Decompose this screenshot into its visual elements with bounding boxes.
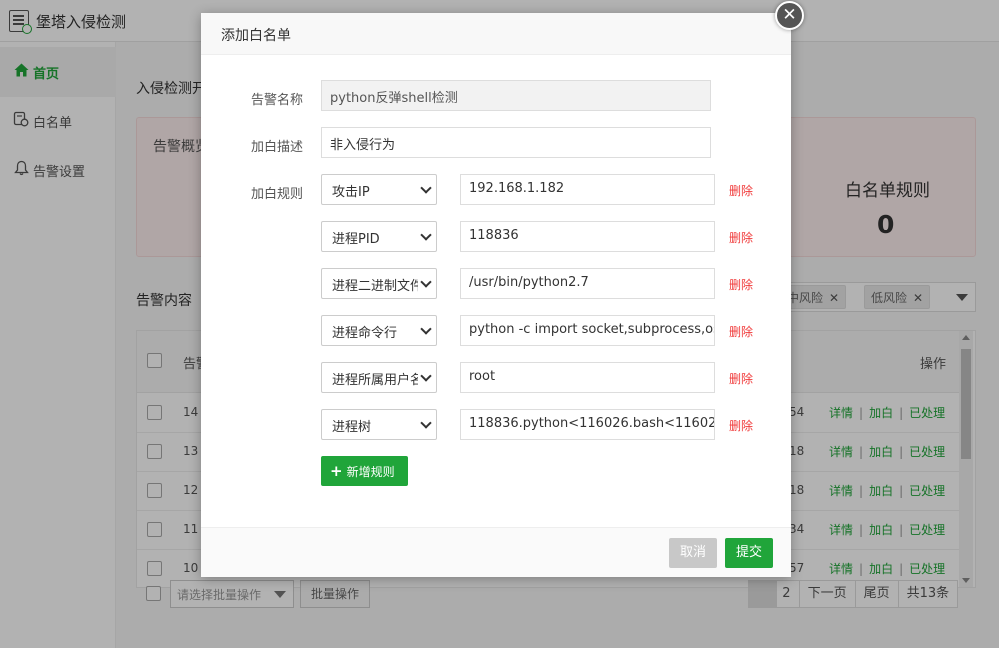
dialog-title: 添加白名单 xyxy=(201,13,791,55)
rule-type-value: 进程二进制文件 xyxy=(332,279,418,294)
chevron-down-icon xyxy=(420,276,432,288)
rule-value-input[interactable]: /usr/bin/python2.7 xyxy=(460,268,715,299)
plus-icon: + xyxy=(330,462,343,480)
rule-type-value: 进程所属用户名 xyxy=(332,373,418,388)
rule-type-select[interactable]: 进程PID xyxy=(321,221,437,252)
rule-value-input[interactable]: root xyxy=(460,362,715,393)
delete-rule-link[interactable]: 删除 xyxy=(729,417,753,434)
rule-type-select[interactable]: 进程命令行 xyxy=(321,315,437,346)
submit-button[interactable]: 提交 xyxy=(725,538,773,568)
cancel-button[interactable]: 取消 xyxy=(669,538,717,568)
dialog-footer: 取消 提交 xyxy=(201,527,791,577)
whitelist-rules-label: 加白规则 xyxy=(251,187,304,202)
delete-rule-link[interactable]: 删除 xyxy=(729,229,753,246)
rule-type-select[interactable]: 进程所属用户名 xyxy=(321,362,437,393)
chevron-down-icon xyxy=(420,182,432,194)
chevron-down-icon xyxy=(420,229,432,241)
delete-rule-link[interactable]: 删除 xyxy=(729,276,753,293)
rule-value-input[interactable]: 118836 xyxy=(460,221,715,252)
close-icon: ✕ xyxy=(782,5,797,25)
rule-type-select[interactable]: 攻击IP xyxy=(321,174,437,205)
whitelist-desc-field[interactable]: 非入侵行为 xyxy=(321,127,711,158)
chevron-down-icon xyxy=(420,323,432,335)
rule-type-select[interactable]: 进程二进制文件 xyxy=(321,268,437,299)
chevron-down-icon xyxy=(420,417,432,429)
rule-type-select[interactable]: 进程树 xyxy=(321,409,437,440)
rule-value-input[interactable]: python -c import socket,subprocess,os;s=… xyxy=(460,315,715,346)
current-page-shadow xyxy=(748,580,777,608)
rule-value-input[interactable]: 192.168.1.182 xyxy=(460,174,715,205)
add-rule-label: 新增规则 xyxy=(346,465,395,479)
delete-rule-link[interactable]: 删除 xyxy=(729,323,753,340)
alert-name-label: 告警名称 xyxy=(251,93,304,108)
rule-type-value: 进程PID xyxy=(332,232,380,247)
whitelist-desc-label: 加白描述 xyxy=(251,140,304,155)
rule-type-value: 进程命令行 xyxy=(332,326,398,341)
alert-name-field: python反弹shell检测 xyxy=(321,80,711,111)
rule-type-value: 进程树 xyxy=(332,420,372,435)
delete-rule-link[interactable]: 删除 xyxy=(729,182,753,199)
add-rule-button[interactable]: + 新增规则 xyxy=(321,456,408,486)
close-dialog-button[interactable]: ✕ xyxy=(775,1,804,30)
chevron-down-icon xyxy=(420,370,432,382)
rule-value-input[interactable]: 118836.python<116026.bash<116021.sshd xyxy=(460,409,715,440)
rule-type-value: 攻击IP xyxy=(332,185,370,200)
add-whitelist-dialog: 添加白名单 告警名称 python反弹shell检测 加白描述 非入侵行为 加白… xyxy=(201,13,791,577)
delete-rule-link[interactable]: 删除 xyxy=(729,370,753,387)
